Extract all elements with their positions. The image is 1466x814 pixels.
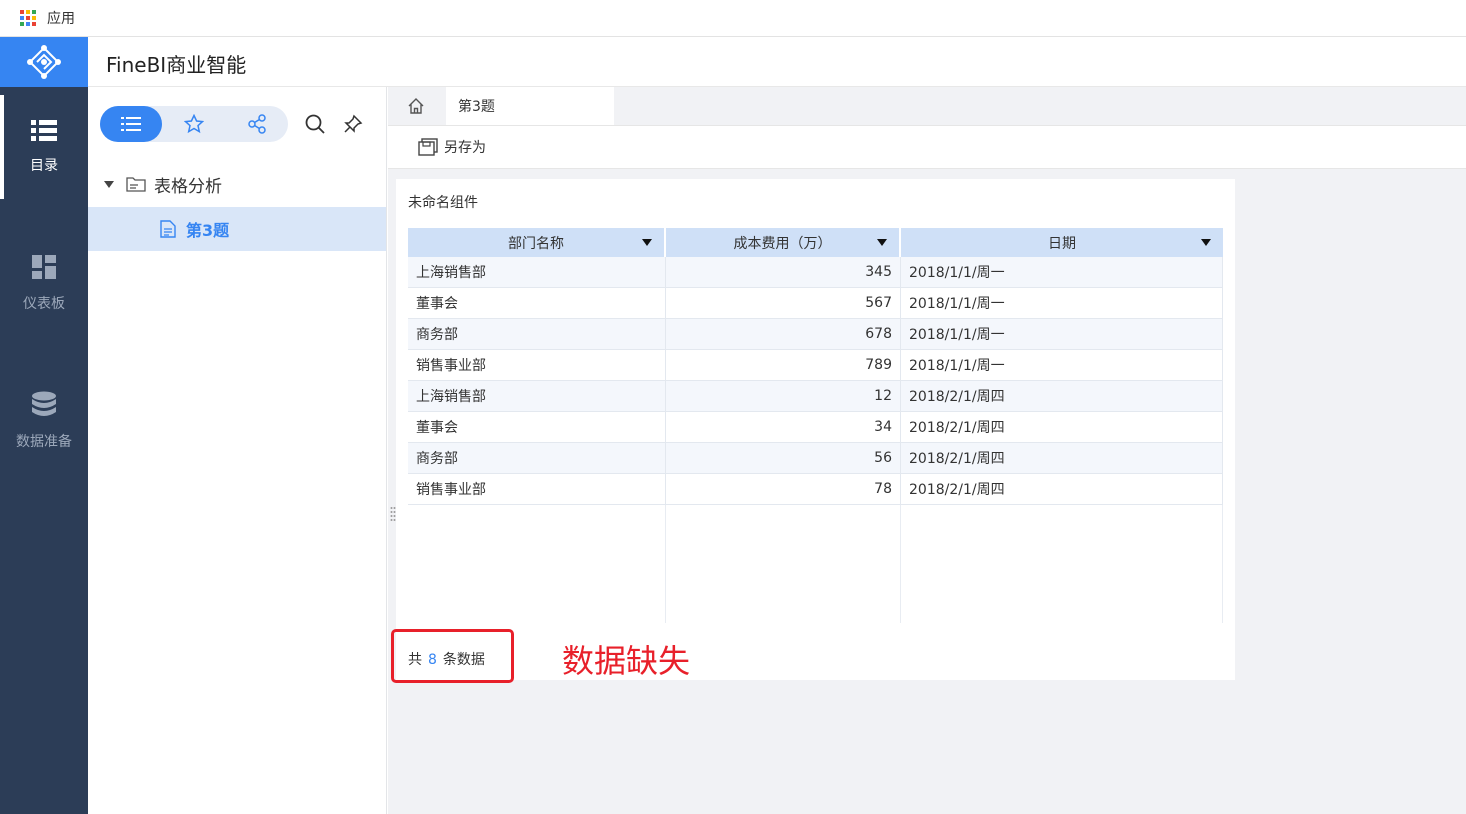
favorites-button[interactable] bbox=[163, 106, 225, 142]
search-icon bbox=[305, 114, 325, 134]
star-icon bbox=[184, 114, 204, 134]
nav-label-data-prep: 数据准备 bbox=[16, 434, 72, 450]
database-icon bbox=[32, 391, 56, 416]
cell-cost: 78 bbox=[666, 474, 901, 504]
tree-folder-table-analysis[interactable]: 表格分析 bbox=[88, 167, 387, 201]
cell-cost: 34 bbox=[666, 412, 901, 442]
share-button[interactable] bbox=[226, 106, 288, 142]
cell-cost: 56 bbox=[666, 443, 901, 473]
caret-down-icon[interactable] bbox=[104, 180, 114, 188]
resize-handle-icon[interactable] bbox=[390, 506, 396, 522]
annotation-text: 数据缺失 bbox=[562, 642, 691, 680]
cell-date: 2018/1/1/周一 bbox=[901, 288, 1223, 318]
tab-bar: 第3题 bbox=[388, 87, 1466, 125]
cell-department: 董事会 bbox=[408, 412, 666, 442]
toolbar: 另存为 bbox=[388, 125, 1466, 169]
cell-date: 2018/2/1/周四 bbox=[901, 443, 1223, 473]
column-header-label: 日期 bbox=[1048, 235, 1076, 252]
sort-dropdown-icon[interactable] bbox=[642, 239, 652, 246]
column-header-date[interactable]: 日期 bbox=[901, 228, 1223, 257]
cell-department: 上海销售部 bbox=[408, 381, 666, 411]
dashboard-icon bbox=[32, 255, 56, 279]
cell-department: 上海销售部 bbox=[408, 257, 666, 287]
table-widget: 未命名组件 部门名称 成本费用（万） 日期 上海销售部 345 2018/1/1… bbox=[396, 179, 1235, 680]
list-icon bbox=[121, 117, 141, 131]
nav-label-catalog: 目录 bbox=[30, 158, 58, 174]
column-header-label: 成本费用（万） bbox=[733, 235, 832, 252]
tree-item-question-3[interactable]: 第3题 bbox=[88, 207, 386, 251]
folder-icon bbox=[126, 177, 146, 192]
annotation-highlight-box bbox=[391, 629, 514, 683]
file-label: 第3题 bbox=[186, 221, 230, 240]
cell-cost: 678 bbox=[666, 319, 901, 349]
table-row: 商务部 56 2018/2/1/周四 bbox=[408, 443, 1223, 474]
save-as-button[interactable]: 另存为 bbox=[444, 137, 486, 157]
sort-dropdown-icon[interactable] bbox=[877, 239, 887, 246]
cell-cost: 345 bbox=[666, 257, 901, 287]
cell-date: 2018/1/1/周一 bbox=[901, 350, 1223, 380]
cell-date: 2018/2/1/周四 bbox=[901, 474, 1223, 504]
view-switcher bbox=[100, 106, 288, 142]
table-row: 销售事业部 789 2018/1/1/周一 bbox=[408, 350, 1223, 381]
table-row: 董事会 567 2018/1/1/周一 bbox=[408, 288, 1223, 319]
cell-date: 2018/1/1/周一 bbox=[901, 319, 1223, 349]
list-icon bbox=[31, 120, 57, 141]
app-header: FineBI商业智能 bbox=[0, 37, 1466, 87]
table-row: 上海销售部 345 2018/1/1/周一 bbox=[408, 257, 1223, 288]
cell-cost: 789 bbox=[666, 350, 901, 380]
widget-title: 未命名组件 bbox=[408, 195, 478, 211]
bookmark-bar: 应用 bbox=[0, 0, 1466, 37]
cell-department: 董事会 bbox=[408, 288, 666, 318]
main-nav: 目录 仪表板 数据准备 bbox=[0, 87, 88, 814]
column-header-label: 部门名称 bbox=[508, 235, 564, 252]
table-header: 部门名称 成本费用（万） 日期 bbox=[408, 228, 1223, 257]
column-header-department[interactable]: 部门名称 bbox=[408, 228, 666, 257]
catalog-panel: 表格分析 第3题 bbox=[88, 87, 387, 814]
home-icon bbox=[408, 98, 424, 114]
nav-item-data-prep[interactable]: 数据准备 bbox=[0, 361, 88, 481]
apps-label[interactable]: 应用 bbox=[47, 8, 75, 28]
cell-date: 2018/1/1/周一 bbox=[901, 257, 1223, 287]
search-button[interactable] bbox=[304, 113, 326, 135]
finebi-logo-icon[interactable] bbox=[0, 37, 88, 87]
list-view-button[interactable] bbox=[100, 106, 162, 142]
data-table: 部门名称 成本费用（万） 日期 上海销售部 345 2018/1/1/周一 董事… bbox=[408, 228, 1223, 623]
cell-department: 销售事业部 bbox=[408, 350, 666, 380]
folder-label: 表格分析 bbox=[154, 176, 222, 197]
nav-item-dashboard[interactable]: 仪表板 bbox=[0, 224, 88, 344]
table-body: 上海销售部 345 2018/1/1/周一 董事会 567 2018/1/1/周… bbox=[408, 257, 1223, 623]
sort-dropdown-icon[interactable] bbox=[1201, 239, 1211, 246]
home-tab[interactable] bbox=[388, 87, 444, 125]
nav-item-catalog[interactable]: 目录 bbox=[0, 87, 88, 207]
work-area: 第3题 另存为 未命名组件 部门名称 成本费用（万） 日期 上海销售部 345 … bbox=[388, 87, 1466, 814]
tab-question-3[interactable]: 第3题 bbox=[446, 87, 614, 125]
apps-grid-icon[interactable] bbox=[20, 10, 36, 26]
app-title: FineBI商业智能 bbox=[106, 53, 247, 77]
table-row: 上海销售部 12 2018/2/1/周四 bbox=[408, 381, 1223, 412]
pin-button[interactable] bbox=[342, 113, 364, 135]
share-icon bbox=[248, 114, 266, 134]
cell-department: 商务部 bbox=[408, 319, 666, 349]
cell-department: 销售事业部 bbox=[408, 474, 666, 504]
table-empty-area bbox=[408, 505, 1223, 623]
save-as-icon bbox=[418, 138, 438, 156]
pin-icon bbox=[344, 114, 363, 133]
cell-cost: 12 bbox=[666, 381, 901, 411]
cell-date: 2018/2/1/周四 bbox=[901, 412, 1223, 442]
table-row: 董事会 34 2018/2/1/周四 bbox=[408, 412, 1223, 443]
table-row: 商务部 678 2018/1/1/周一 bbox=[408, 319, 1223, 350]
nav-label-dashboard: 仪表板 bbox=[23, 296, 65, 312]
cell-cost: 567 bbox=[666, 288, 901, 318]
document-icon bbox=[160, 220, 176, 238]
cell-department: 商务部 bbox=[408, 443, 666, 473]
column-header-cost[interactable]: 成本费用（万） bbox=[666, 228, 901, 257]
table-row: 销售事业部 78 2018/2/1/周四 bbox=[408, 474, 1223, 505]
cell-date: 2018/2/1/周四 bbox=[901, 381, 1223, 411]
